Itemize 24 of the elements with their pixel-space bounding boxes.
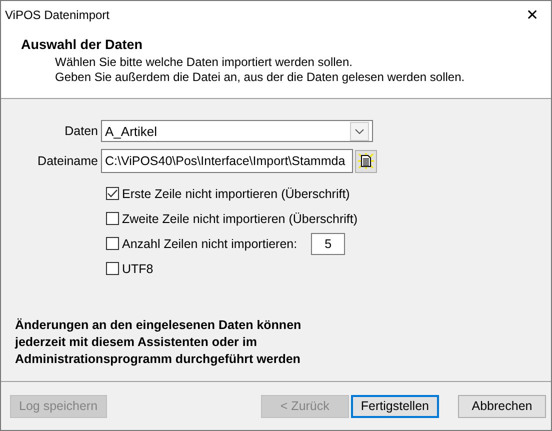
document-icon bbox=[358, 153, 374, 169]
chevron-down-icon bbox=[350, 122, 369, 140]
window-title: ViPOS Datenimport bbox=[5, 8, 110, 22]
checkbox[interactable] bbox=[106, 262, 119, 275]
checkbox-label[interactable]: Erste Zeile nicht importieren (Überschrift) bbox=[122, 186, 350, 200]
wizard-button[interactable]: Abbrechen bbox=[458, 394, 546, 418]
field-label: Daten bbox=[64, 124, 99, 138]
checkbox-label[interactable]: Zweite Zeile nicht importieren (Überschrift) bbox=[122, 212, 358, 226]
description-text: Wählen Sie bitte welche Daten importiert werden sollen. bbox=[54, 55, 354, 70]
line-count-field[interactable]: 5 bbox=[311, 232, 346, 254]
description-text: Geben Sie außerdem die Datei an, aus der die Daten gelesen werden sollen. bbox=[54, 70, 466, 85]
checkbox-label[interactable]: Anzahl Zeilen nicht importieren: bbox=[122, 236, 298, 250]
field-label: Dateiname bbox=[36, 154, 99, 168]
wizard-button[interactable]: Fertigstellen bbox=[350, 394, 439, 418]
page-title: Auswahl der Daten bbox=[21, 37, 144, 52]
info-text: Änderungen an den eingelesenen Daten können jederzeit mit diesem Assistenten oder im Administrationsprogramm durchgeführt werden bbox=[14, 317, 302, 368]
checkbox[interactable] bbox=[106, 212, 119, 225]
data-dropdown[interactable]: A_Artikel bbox=[101, 120, 373, 142]
close-button[interactable]: ✕ bbox=[522, 6, 543, 24]
checkbox[interactable] bbox=[106, 187, 119, 200]
filename-field[interactable]: C:\ViPOS40\Pos\Interface\Import\Stammda bbox=[101, 149, 353, 173]
checkbox[interactable] bbox=[106, 237, 119, 250]
checkbox-label[interactable]: UTF8 bbox=[122, 262, 154, 276]
browse-button[interactable] bbox=[355, 150, 377, 172]
